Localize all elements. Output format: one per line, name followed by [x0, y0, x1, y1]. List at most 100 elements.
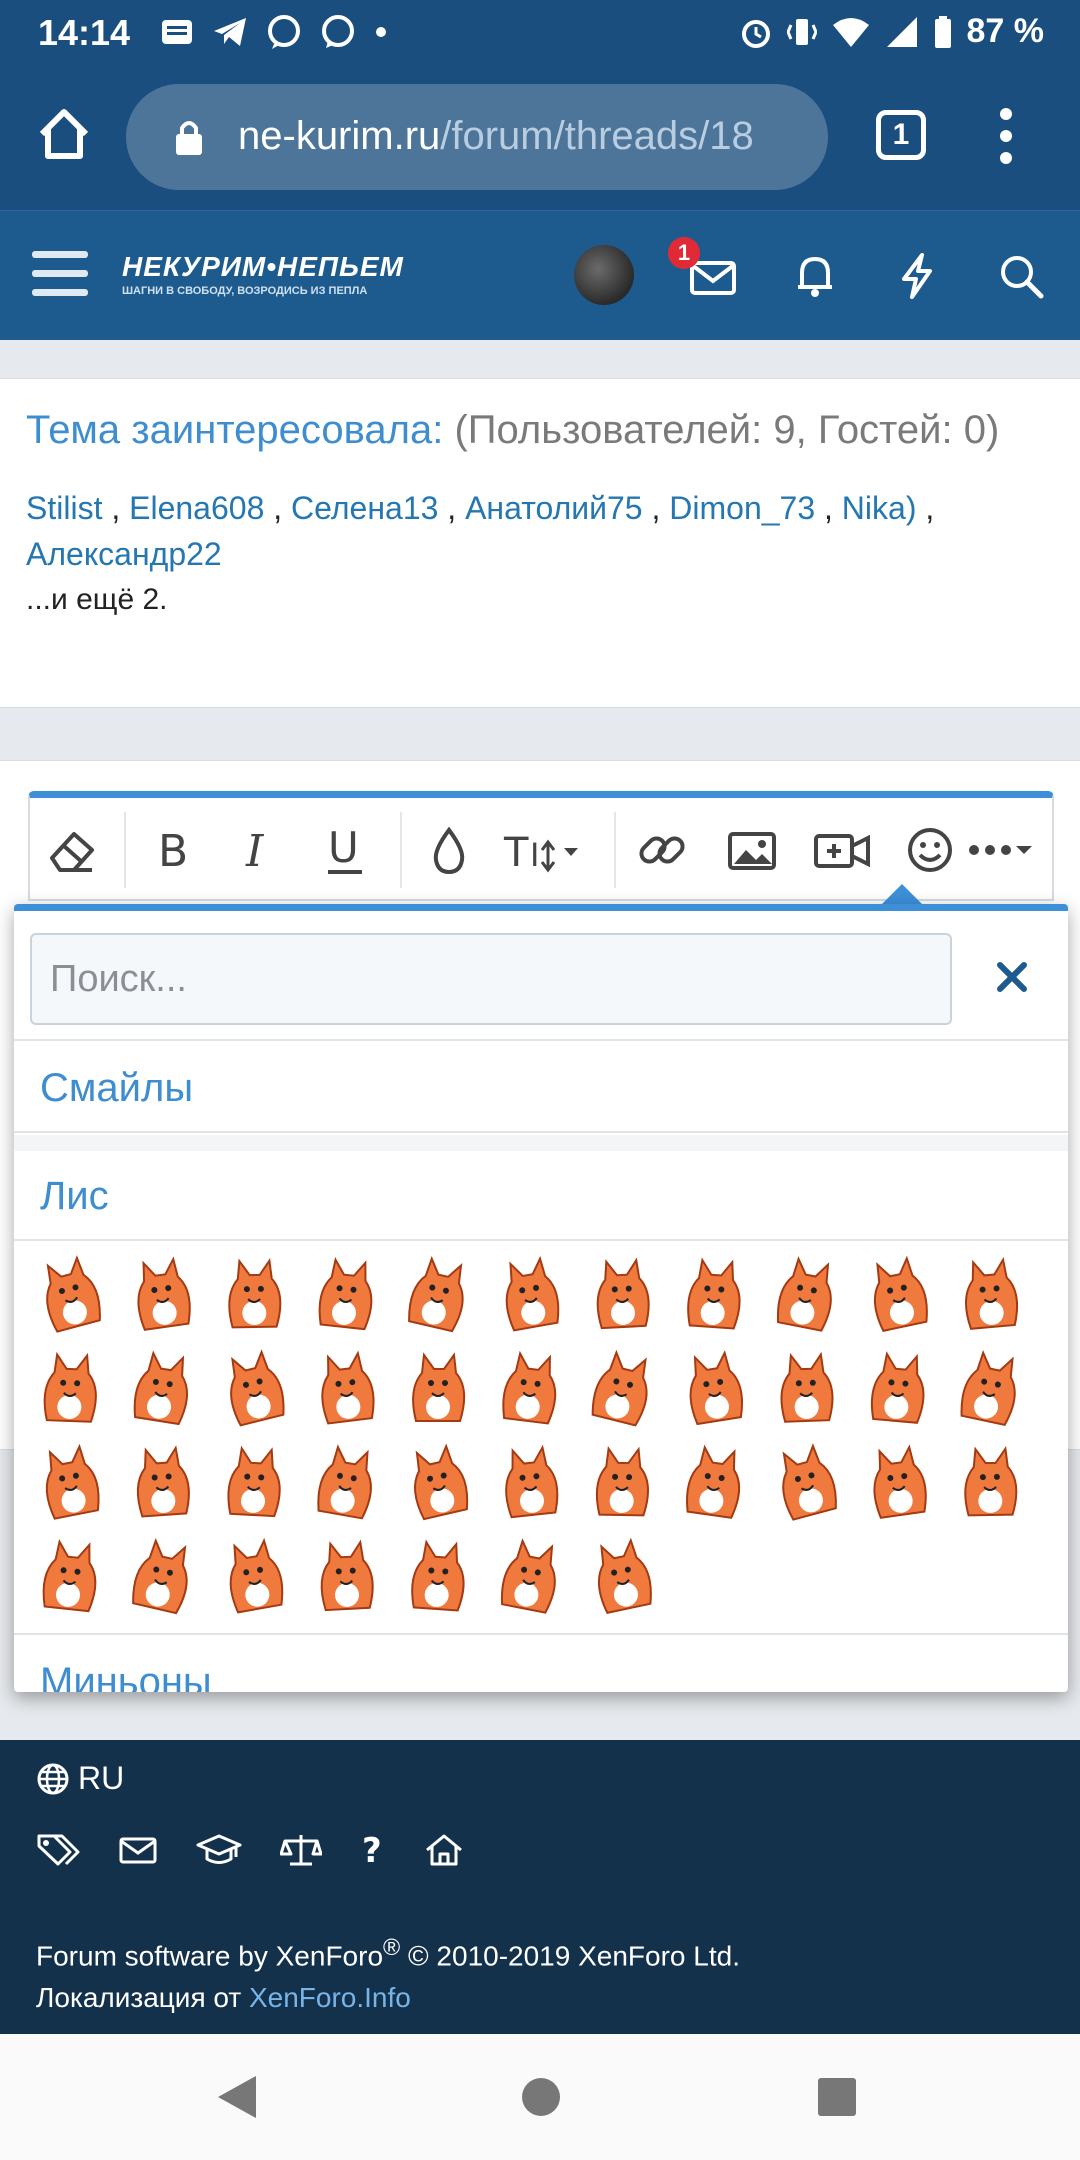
emoji-search-input[interactable]: [30, 933, 952, 1025]
wifi-icon: [832, 17, 869, 47]
recents-icon[interactable]: [818, 2078, 856, 2116]
user-link[interactable]: Elena608: [129, 490, 264, 526]
fox-sticker[interactable]: [762, 1251, 850, 1337]
fox-sticker[interactable]: [210, 1533, 298, 1619]
home-icon[interactable]: [424, 1832, 464, 1868]
tab-switcher-button[interactable]: 1: [876, 110, 926, 160]
fox-sticker[interactable]: [670, 1345, 758, 1431]
bell-icon[interactable]: [790, 251, 840, 301]
video-icon[interactable]: [812, 820, 872, 880]
alarm-icon: [741, 19, 770, 48]
fox-sticker[interactable]: [302, 1439, 390, 1525]
lock-icon: [176, 121, 202, 155]
fox-sticker[interactable]: [394, 1533, 482, 1619]
news-icon: [162, 20, 192, 44]
user-link[interactable]: Анатолий75: [465, 490, 643, 526]
fox-sticker[interactable]: [118, 1439, 206, 1525]
fox-sticker[interactable]: [762, 1345, 850, 1431]
viewers-more: ...и ещё 2.: [26, 583, 168, 616]
svg-text:B: B: [158, 826, 188, 877]
category-minions[interactable]: Миньоны: [14, 1637, 1068, 1692]
eraser-icon[interactable]: [44, 820, 100, 880]
image-icon[interactable]: [724, 820, 780, 880]
fox-sticker[interactable]: [486, 1533, 574, 1619]
fox-sticker[interactable]: [210, 1439, 298, 1525]
fox-sticker[interactable]: [394, 1345, 482, 1431]
underline-icon[interactable]: U: [320, 820, 370, 880]
user-link[interactable]: Stilist: [26, 490, 102, 526]
user-link[interactable]: Селена13: [291, 490, 438, 526]
link-icon[interactable]: [634, 820, 690, 880]
browser-menu-icon[interactable]: [996, 106, 1016, 166]
fox-sticker[interactable]: [486, 1345, 574, 1431]
home-icon[interactable]: [34, 104, 94, 164]
category-fox[interactable]: Лис: [14, 1151, 1068, 1241]
fox-sticker[interactable]: [854, 1345, 942, 1431]
bolt-icon[interactable]: [892, 251, 942, 301]
fox-sticker[interactable]: [26, 1439, 114, 1525]
terms-scale-icon[interactable]: [280, 1832, 322, 1868]
fox-sticker[interactable]: [210, 1345, 298, 1431]
user-avatar[interactable]: [574, 245, 634, 305]
user-link[interactable]: Александр22: [26, 536, 222, 572]
popup-pointer: [880, 884, 924, 906]
fox-sticker[interactable]: [946, 1345, 1034, 1431]
help-graduation-icon[interactable]: [196, 1833, 242, 1867]
fox-sticker[interactable]: [670, 1251, 758, 1337]
language-selector[interactable]: RU: [36, 1760, 124, 1797]
fox-sticker[interactable]: [578, 1533, 666, 1619]
site-logo[interactable]: НЕКУРИМ•НЕПЬЕМ ШАГНИ В СВОБОДУ, ВОЗРОДИС…: [122, 251, 404, 297]
user-link[interactable]: Dimon_73: [669, 490, 815, 526]
viewers-title: Тема заинтересовала: (Пользователей: 9, …: [26, 408, 1000, 452]
fox-sticker[interactable]: [578, 1251, 666, 1337]
search-icon[interactable]: [996, 251, 1046, 301]
thread-viewers-block: Тема заинтересовала: (Пользователей: 9, …: [0, 378, 1080, 708]
fox-sticker[interactable]: [578, 1345, 666, 1431]
category-smileys[interactable]: Смайлы: [14, 1043, 1068, 1133]
fox-sticker[interactable]: [394, 1439, 482, 1525]
fox-sticker[interactable]: [578, 1439, 666, 1525]
font-size-icon[interactable]: TI: [502, 820, 592, 880]
fox-sticker[interactable]: [302, 1251, 390, 1337]
italic-icon[interactable]: I: [238, 820, 278, 880]
fox-sticker[interactable]: [670, 1439, 758, 1525]
fox-sticker[interactable]: [854, 1251, 942, 1337]
fox-sticker[interactable]: [486, 1251, 574, 1337]
inbox-badge: 1: [668, 237, 700, 269]
close-icon[interactable]: [992, 957, 1032, 997]
emoji-search-bar: [14, 911, 1068, 1041]
svg-text:I: I: [245, 826, 265, 877]
fox-sticker[interactable]: [26, 1345, 114, 1431]
user-link[interactable]: Nika): [842, 490, 917, 526]
hamburger-menu-icon[interactable]: [32, 251, 88, 297]
more-options-icon[interactable]: [962, 820, 1042, 880]
fox-sticker[interactable]: [302, 1533, 390, 1619]
svg-text:T: T: [503, 830, 529, 876]
vibrate-icon: [786, 18, 817, 45]
tags-icon[interactable]: [36, 1832, 80, 1868]
fox-sticker[interactable]: [26, 1533, 114, 1619]
localization-link[interactable]: XenForo.Info: [249, 1982, 411, 2013]
address-bar[interactable]: ne-kurim.ru/forum/threads/18: [126, 84, 828, 190]
smiley-icon[interactable]: [902, 820, 958, 880]
contact-icon[interactable]: [118, 1834, 158, 1866]
fox-sticker[interactable]: [854, 1439, 942, 1525]
fox-sticker[interactable]: [762, 1439, 850, 1525]
fox-sticker[interactable]: [210, 1251, 298, 1337]
home-circle-icon[interactable]: [522, 2078, 560, 2116]
question-icon[interactable]: ?: [360, 1832, 386, 1868]
color-drop-icon[interactable]: [424, 820, 474, 880]
fox-sticker[interactable]: [118, 1345, 206, 1431]
fox-sticker[interactable]: [26, 1251, 114, 1337]
fox-sticker[interactable]: [486, 1439, 574, 1525]
browser-toolbar: ne-kurim.ru/forum/threads/18 1: [0, 62, 1080, 210]
fox-sticker[interactable]: [946, 1251, 1034, 1337]
back-icon[interactable]: [218, 2076, 256, 2118]
fox-sticker[interactable]: [118, 1533, 206, 1619]
fox-sticker[interactable]: [302, 1345, 390, 1431]
fox-sticker[interactable]: [394, 1251, 482, 1337]
fox-sticker[interactable]: [118, 1251, 206, 1337]
fox-sticker[interactable]: [946, 1439, 1034, 1525]
signal-icon: [886, 16, 917, 47]
bold-icon[interactable]: B: [148, 820, 198, 880]
